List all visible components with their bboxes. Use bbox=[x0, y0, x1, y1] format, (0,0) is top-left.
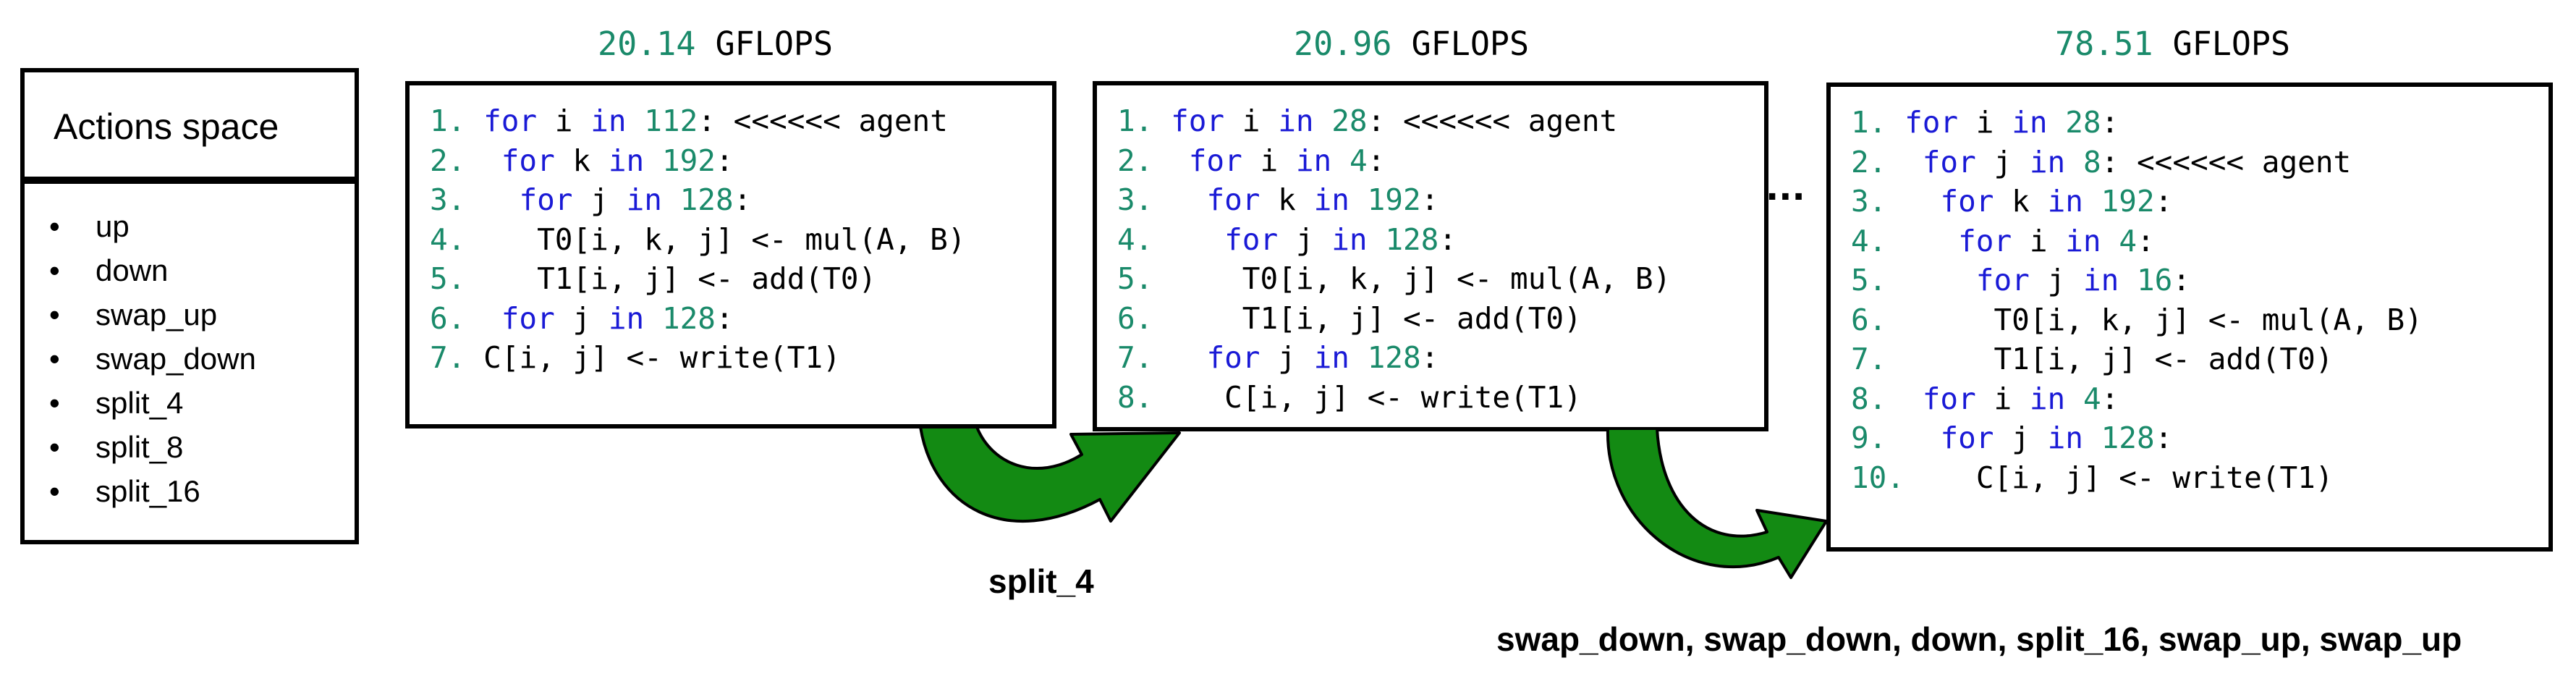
curved-arrow-icon bbox=[1606, 427, 1828, 579]
transition-arrows bbox=[919, 426, 1828, 579]
curved-arrow-icon bbox=[919, 426, 1181, 523]
transition-label-1: split_4 bbox=[988, 562, 1094, 600]
transition-label-2: swap_down, swap_down, down, split_16, sw… bbox=[1496, 620, 2462, 658]
